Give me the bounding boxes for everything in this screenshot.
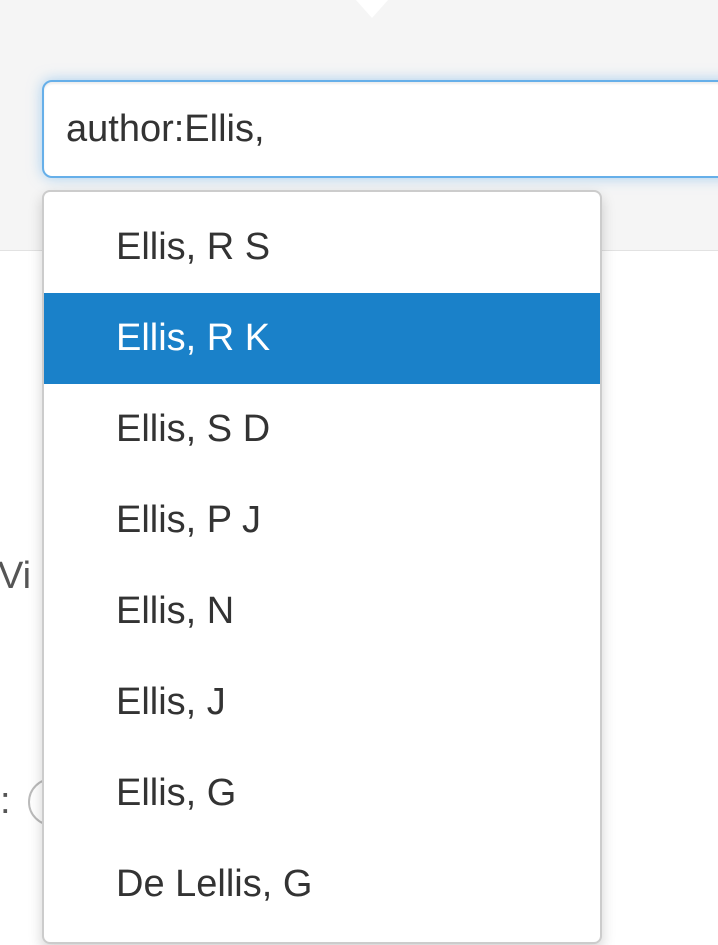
suggestion-item-ellis-j[interactable]: Ellis, J (44, 657, 600, 748)
suggestion-item-ellis-n[interactable]: Ellis, N (44, 566, 600, 657)
search-input[interactable] (42, 80, 718, 178)
suggestion-item-ellis-p-j[interactable]: Ellis, P J (44, 475, 600, 566)
suggestion-item-ellis-g[interactable]: Ellis, G (44, 748, 600, 839)
suggestion-item-ellis-r-s[interactable]: Ellis, R S (44, 202, 600, 293)
autocomplete-dropdown: Ellis, R S Ellis, R K Ellis, S D Ellis, … (42, 190, 602, 944)
suggestion-item-ellis-s-d[interactable]: Ellis, S D (44, 384, 600, 475)
suggestion-item-ellis-r-k[interactable]: Ellis, R K (44, 293, 600, 384)
panel-pointer-notch (356, 0, 388, 18)
obscured-label-text: Vi (0, 555, 32, 597)
suggestion-item-de-lellis-g[interactable]: De Lellis, G (44, 839, 600, 930)
obscured-label-colon: : (0, 780, 11, 822)
